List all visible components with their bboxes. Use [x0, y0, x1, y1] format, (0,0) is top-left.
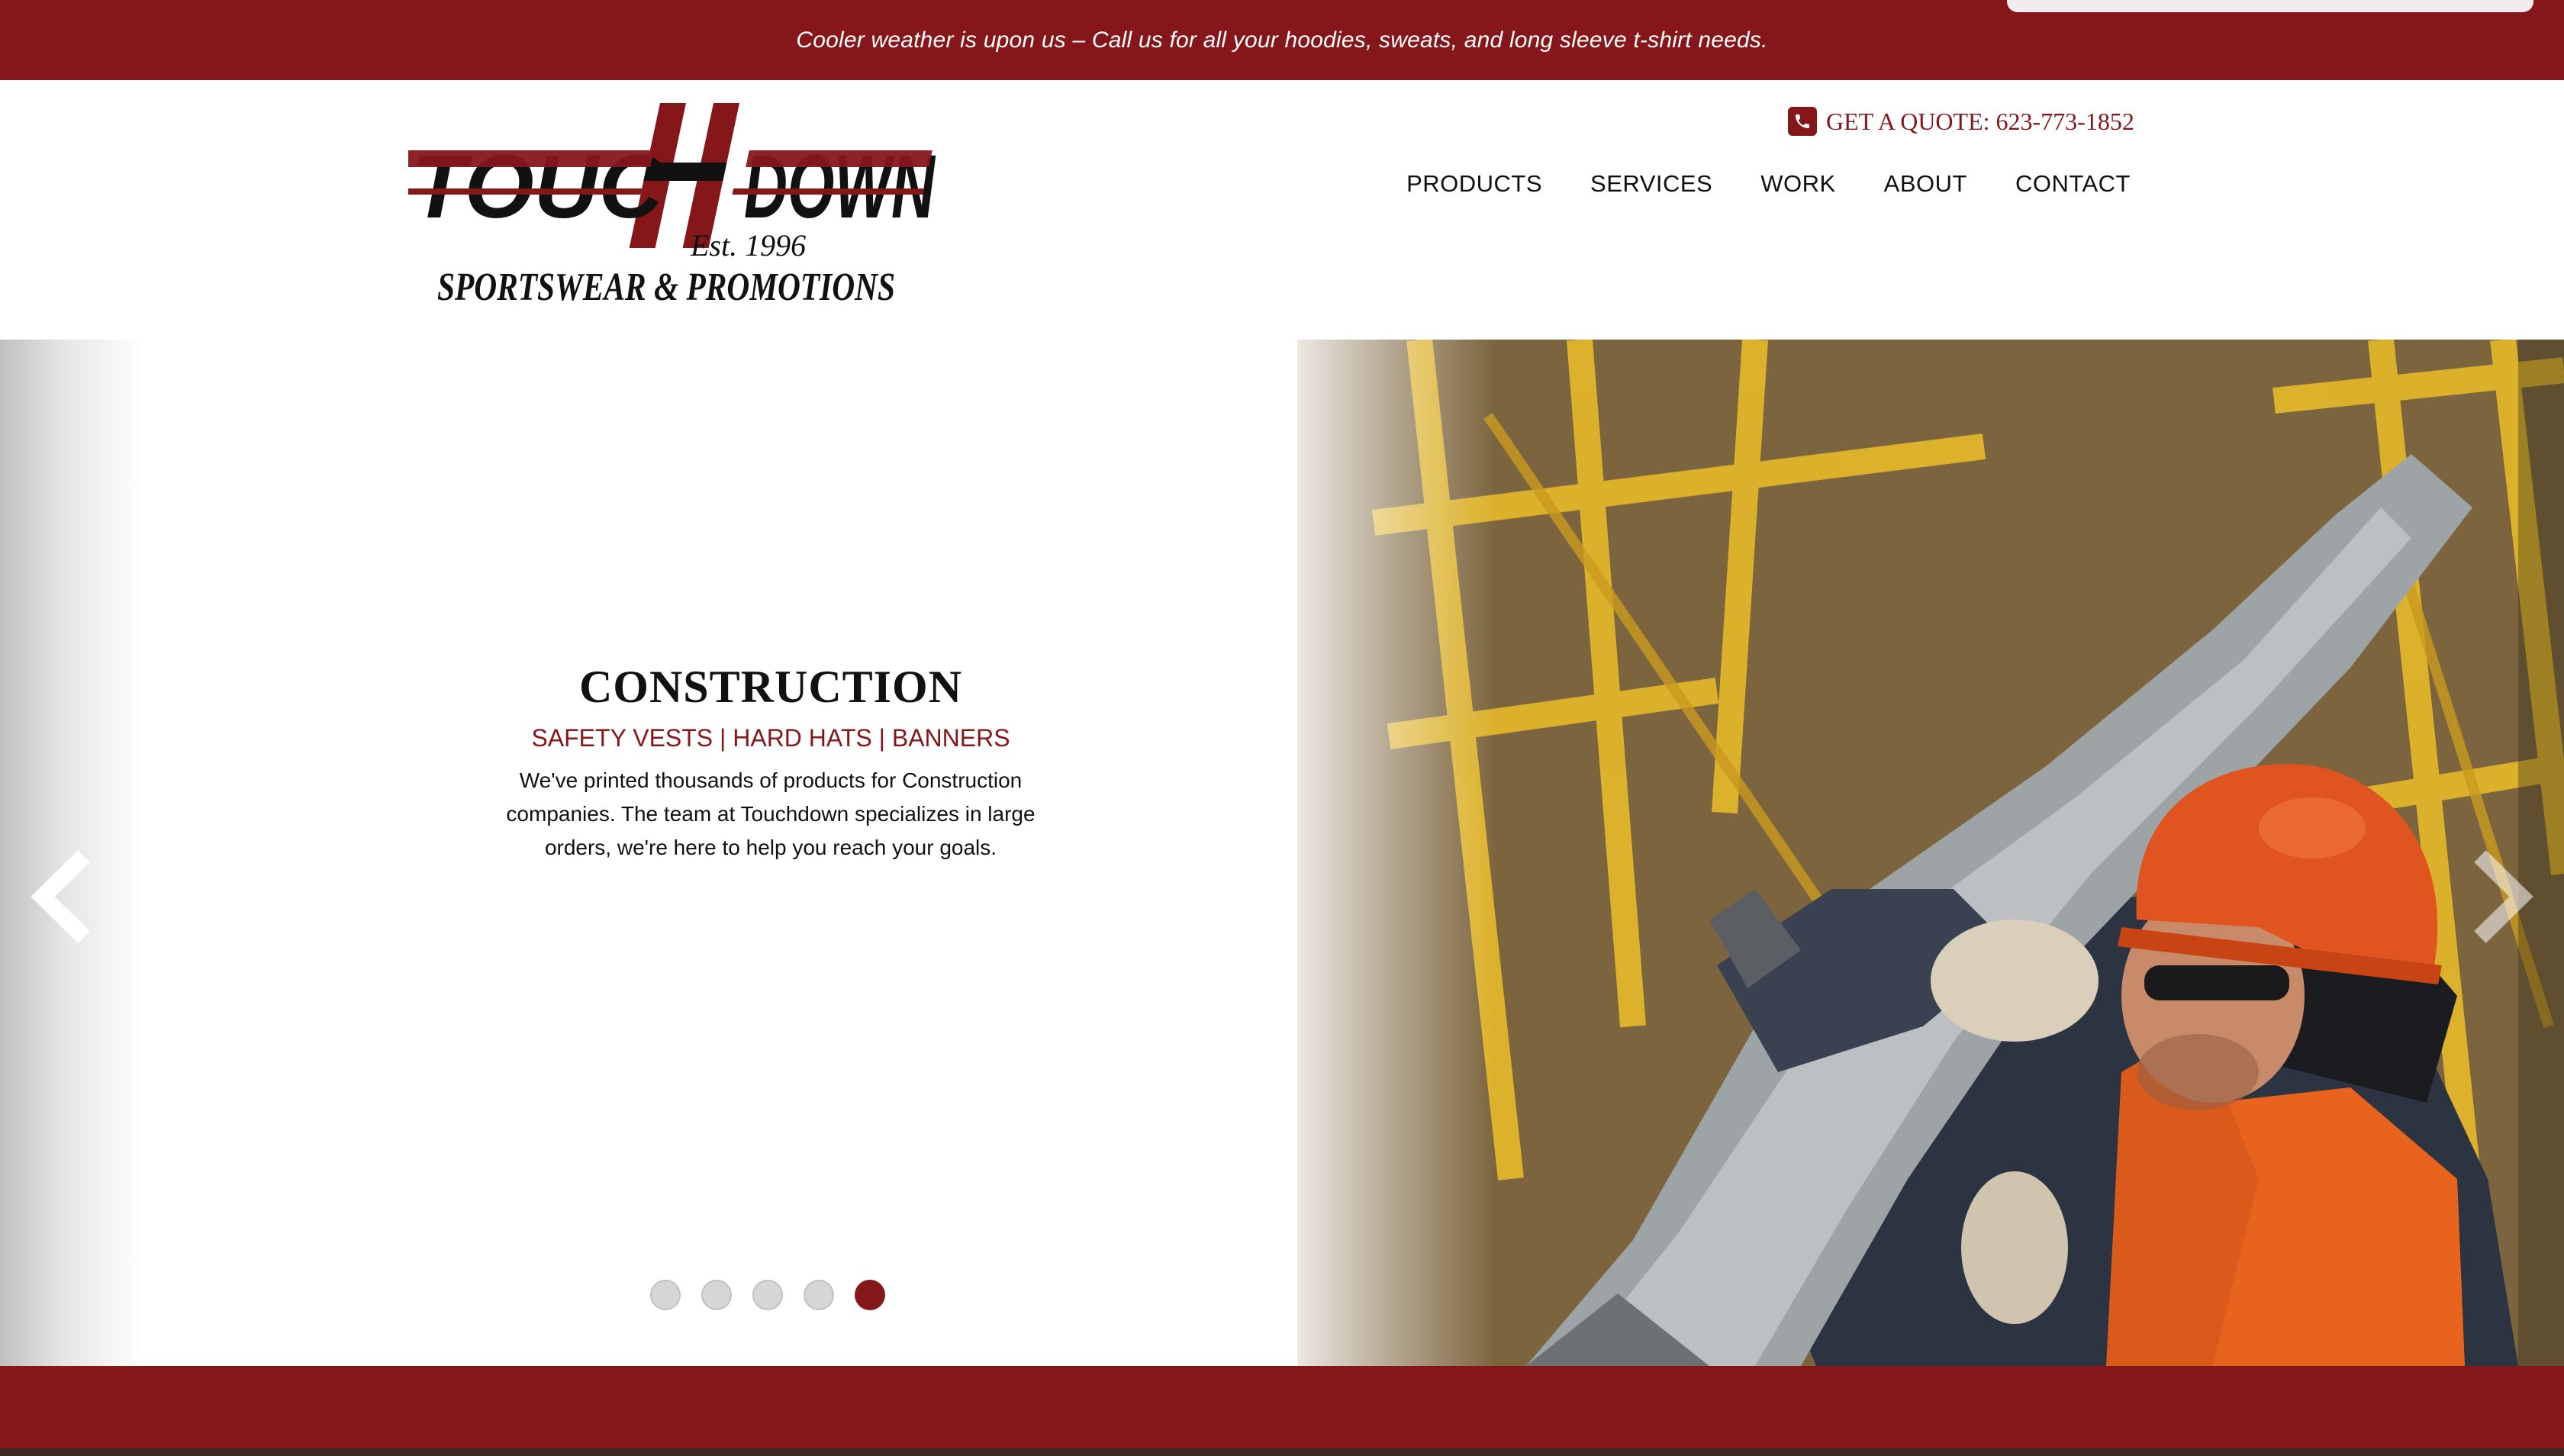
slider-prev-button[interactable] [31, 847, 99, 946]
site-header: TOUC DOWN Est. 1996 SPORTSWEAR & PROMOTI… [0, 80, 2564, 340]
announcement-tab[interactable] [2007, 0, 2533, 12]
hero-body: We've printed thousands of products for … [506, 768, 1036, 859]
slide-dot-2[interactable] [701, 1280, 732, 1310]
slide-dot-3[interactable] [752, 1280, 783, 1310]
phone-icon [1788, 107, 1817, 136]
chevron-left-icon [31, 850, 90, 943]
announcement-bar: Cooler weather is upon us – Call us for … [0, 0, 2564, 80]
hero-subtitle: SAFETY VESTS | HARD HATS | BANNERS [531, 724, 1010, 752]
hero-slider: CONSTRUCTION SAFETY VESTS | HARD HATS | … [0, 340, 2564, 1366]
main-nav: PRODUCTS SERVICES WORK ABOUT CONTACT [1406, 170, 2131, 198]
logo-established: Est. 1996 [690, 228, 806, 263]
nav-services[interactable]: SERVICES [1590, 170, 1712, 198]
bottom-strip [0, 1448, 2564, 1456]
footer-band [0, 1366, 2564, 1448]
nav-work[interactable]: WORK [1760, 170, 1835, 198]
logo-tagline: SPORTSWEAR & PROMOTIONS [437, 266, 895, 305]
chevron-right-icon [2474, 850, 2533, 943]
slide-dot-5-active[interactable] [855, 1280, 885, 1310]
logo-graphic: TOUC DOWN Est. 1996 SPORTSWEAR & PROMOTI… [388, 103, 936, 309]
get-quote-link[interactable]: GET A QUOTE: 623-773-1852 [1788, 105, 2134, 138]
site-logo[interactable]: TOUC DOWN Est. 1996 SPORTSWEAR & PROMOTI… [388, 103, 942, 309]
announcement-text: Cooler weather is upon us – Call us for … [796, 27, 1768, 53]
hero-title: CONSTRUCTION [578, 662, 963, 712]
nav-contact[interactable]: CONTACT [2015, 170, 2131, 198]
slider-pagination [650, 1280, 885, 1310]
quote-text: GET A QUOTE: 623-773-1852 [1826, 107, 2134, 135]
slide-dot-4[interactable] [804, 1280, 834, 1310]
slide-dot-1[interactable] [650, 1280, 681, 1310]
slider-next-button[interactable] [2465, 847, 2533, 946]
nav-products[interactable]: PRODUCTS [1406, 170, 1542, 198]
hero-caption: CONSTRUCTION SAFETY VESTS | HARD HATS | … [465, 660, 1076, 865]
hero-fade-overlay [0, 340, 2564, 1366]
nav-about[interactable]: ABOUT [1884, 170, 1967, 198]
